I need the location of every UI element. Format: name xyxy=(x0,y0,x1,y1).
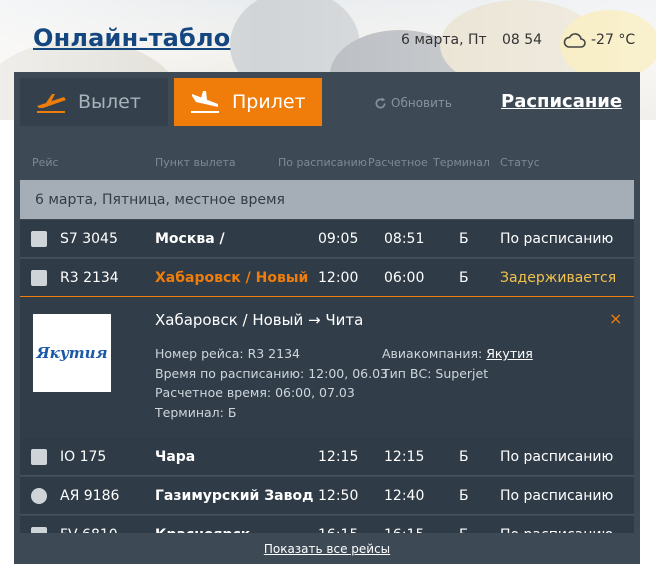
flight-details: Якутия Хабаровск / Новый → Чита × Номер … xyxy=(20,297,634,438)
refresh-icon xyxy=(375,96,386,108)
airline-logo-icon xyxy=(31,270,47,286)
schedule-link[interactable]: Расписание xyxy=(501,91,622,112)
details-terminal: Терминал: Б xyxy=(155,405,237,420)
plane-arrival-icon xyxy=(191,91,219,113)
table-row[interactable]: IO 175 Чара 12:15 12:15 Б По расписанию xyxy=(20,438,634,476)
origin-city: Москва / xyxy=(155,231,225,247)
column-header-terminal: Терминал xyxy=(433,156,490,169)
show-all-bar: Показать все рейсы xyxy=(14,533,640,564)
tab-arrivals[interactable]: Прилет xyxy=(174,78,322,126)
airline-logo-icon xyxy=(31,449,47,465)
airline-logo: Якутия xyxy=(33,314,111,392)
close-icon[interactable]: × xyxy=(609,309,622,328)
plane-departure-icon xyxy=(37,94,66,113)
refresh-button[interactable]: Обновить xyxy=(374,96,452,110)
flight-status: Задерживается xyxy=(500,270,617,286)
column-header-estimated: Расчетное xyxy=(368,156,428,169)
tab-departures[interactable]: Вылет xyxy=(20,78,168,126)
details-estimated: Расчетное время: 06:00, 07.03 xyxy=(155,385,355,400)
table-row[interactable]: R3 2134 Хабаровск / Новый 12:00 06:00 Б … xyxy=(20,259,634,297)
flight-status: По расписанию xyxy=(500,449,614,465)
column-header-flight: Рейс xyxy=(32,156,59,169)
origin-city: Газимурский Завод xyxy=(155,488,314,504)
column-header-origin: Пункт вылета xyxy=(155,156,236,169)
column-header-scheduled: По расписанию xyxy=(278,156,367,169)
flight-status: По расписанию xyxy=(500,488,614,504)
airline-logo-icon xyxy=(31,488,47,504)
flight-number: IO 175 xyxy=(60,449,107,465)
page-title[interactable]: Онлайн-табло xyxy=(33,24,230,52)
temperature: -27 °C xyxy=(591,32,636,48)
estimated-time: 06:00 xyxy=(384,270,425,286)
flight-status: По расписанию xyxy=(500,231,614,247)
terminal: Б xyxy=(459,449,469,465)
terminal: Б xyxy=(459,488,469,504)
scheduled-time: 12:50 xyxy=(318,488,359,504)
estimated-time: 12:15 xyxy=(384,449,425,465)
current-time: 08 54 xyxy=(502,32,543,48)
column-header-status: Статус xyxy=(500,156,540,169)
flight-number: АЯ 9186 xyxy=(60,488,120,504)
details-scheduled: Время по расписанию: 12:00, 06.03 xyxy=(155,366,388,381)
scheduled-time: 12:15 xyxy=(318,449,359,465)
details-route: Хабаровск / Новый → Чита xyxy=(155,311,364,329)
airline-logo-icon xyxy=(31,231,47,247)
details-flight-number: Номер рейса: R3 2134 xyxy=(155,346,300,361)
scheduled-time: 09:05 xyxy=(318,231,359,247)
details-aircraft: Тип ВС: Superjet xyxy=(382,366,489,381)
estimated-time: 12:40 xyxy=(384,488,425,504)
current-date: 6 марта, Пт xyxy=(401,32,487,48)
table-row[interactable]: S7 3045 Москва / 09:05 08:51 Б По распис… xyxy=(20,220,634,258)
refresh-label: Обновить xyxy=(391,96,452,110)
tab-arrivals-label: Прилет xyxy=(232,91,306,113)
terminal: Б xyxy=(459,231,469,247)
details-airline: Авиакомпания: Якутия xyxy=(382,346,533,361)
table-row[interactable]: АЯ 9186 Газимурский Завод 12:50 12:40 Б … xyxy=(20,477,634,515)
cloud-icon xyxy=(563,33,586,48)
estimated-time: 08:51 xyxy=(384,231,425,247)
show-all-flights-link[interactable]: Показать все рейсы xyxy=(264,542,390,556)
terminal: Б xyxy=(459,270,469,286)
flight-number: S7 3045 xyxy=(60,231,118,247)
flight-board: Вылет Прилет Обновить Расписание Рейс Пу… xyxy=(14,72,640,564)
origin-city: Чара xyxy=(155,449,196,465)
scheduled-time: 12:00 xyxy=(318,270,359,286)
airline-link[interactable]: Якутия xyxy=(486,346,533,361)
origin-city: Хабаровск / Новый xyxy=(155,270,309,286)
flight-number: R3 2134 xyxy=(60,270,119,286)
day-header: 6 марта, Пятница, местное время xyxy=(20,180,634,219)
tab-departures-label: Вылет xyxy=(78,91,141,113)
